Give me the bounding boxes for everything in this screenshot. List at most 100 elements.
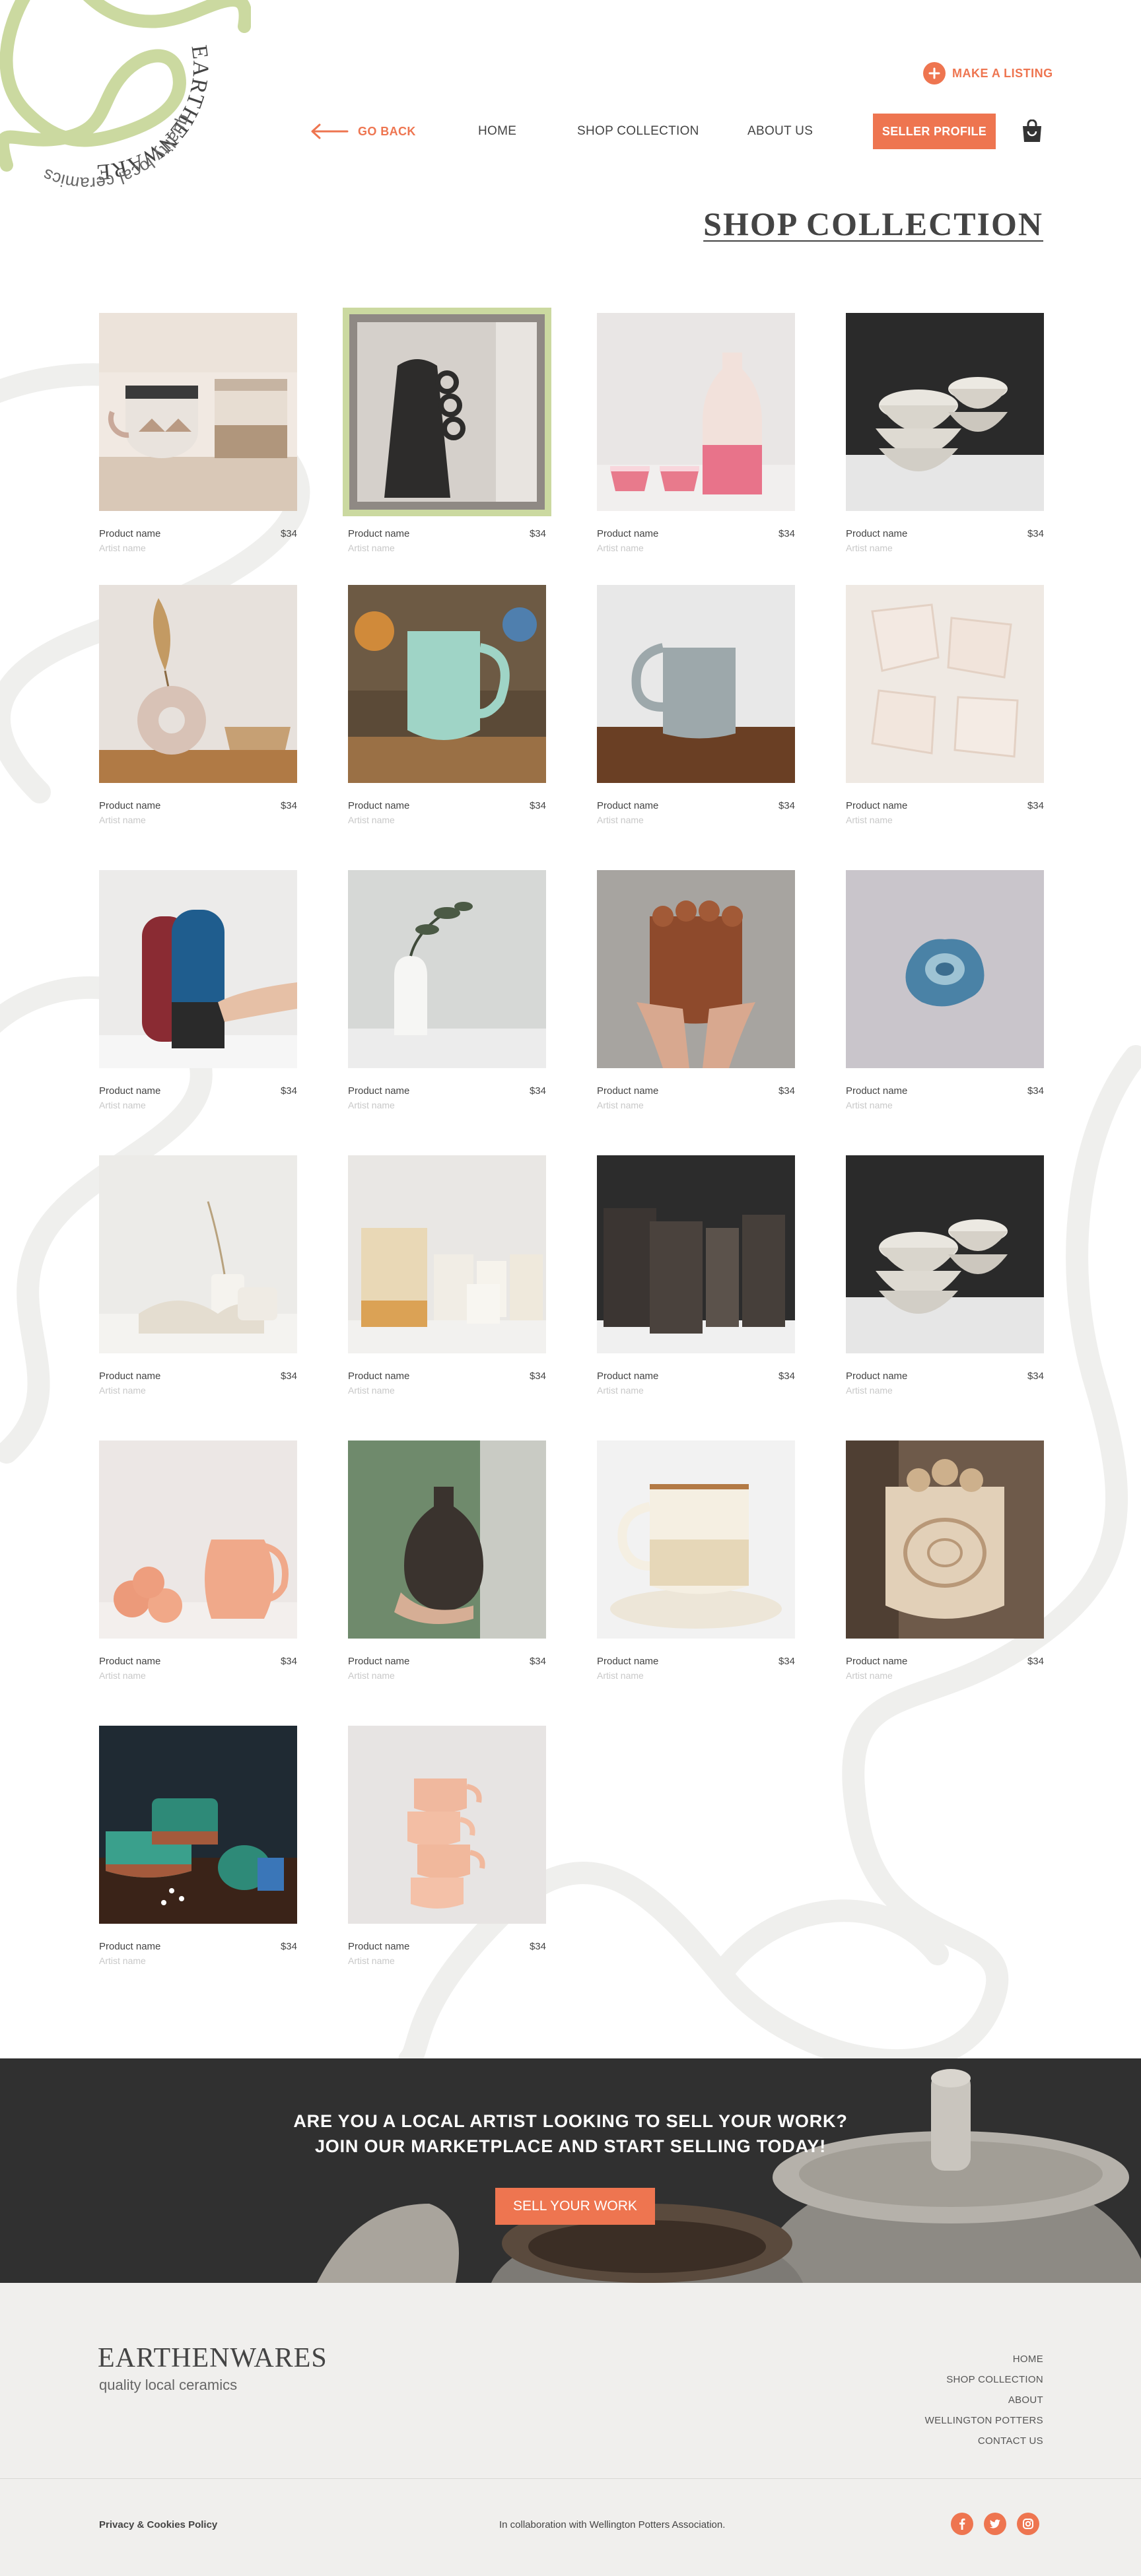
product-card[interactable]: Product name $34 Artist name	[348, 585, 546, 825]
footer-link-home[interactable]: HOME	[925, 2349, 1043, 2369]
go-back-link[interactable]: GO BACK	[310, 123, 416, 140]
product-card[interactable]: Product name $34 Artist name	[99, 585, 297, 825]
footer-link-about[interactable]: ABOUT	[925, 2390, 1043, 2410]
footer-link-shop-collection[interactable]: SHOP COLLECTION	[925, 2369, 1043, 2390]
product-price: $34	[529, 1656, 546, 1667]
footer: EARTHENWARES quality local ceramics HOME…	[0, 2283, 1141, 2576]
artist-name: Artist name	[846, 1100, 893, 1110]
shopping-bag-icon[interactable]	[1021, 119, 1043, 143]
product-image	[597, 1155, 795, 1353]
product-name: Product name	[99, 1085, 161, 1097]
footer-link-wellington-potters[interactable]: WELLINGTON POTTERS	[925, 2410, 1043, 2431]
product-card[interactable]: Product name $34 Artist name	[597, 313, 795, 553]
footer-tagline: quality local ceramics	[99, 2377, 238, 2393]
product-name: Product name	[597, 528, 659, 539]
artist-name: Artist name	[597, 543, 644, 553]
artist-name: Artist name	[348, 1100, 395, 1110]
nav-about-us[interactable]: ABOUT US	[747, 124, 813, 139]
artist-name: Artist name	[99, 1955, 146, 1966]
banner-pottery-image	[0, 2058, 1141, 2283]
product-card[interactable]: Product name $34 Artist name	[348, 870, 546, 1110]
product-image	[348, 1726, 546, 1924]
product-image	[348, 1441, 546, 1639]
footer-brand[interactable]: EARTHENWARES	[98, 2342, 328, 2374]
product-image	[348, 1155, 546, 1353]
product-card[interactable]: Product name $34 Artist name	[348, 1726, 546, 1966]
product-card[interactable]: Product name $34 Artist name	[846, 1155, 1044, 1396]
product-price: $34	[529, 800, 546, 811]
product-name: Product name	[99, 800, 161, 811]
product-card[interactable]: Product name $34 Artist name	[846, 313, 1044, 553]
product-card[interactable]: Product name $34 Artist name	[99, 1726, 297, 1966]
product-price: $34	[778, 1085, 795, 1097]
footer-link-contact-us[interactable]: CONTACT US	[925, 2431, 1043, 2451]
artist-name: Artist name	[597, 815, 644, 825]
product-price: $34	[280, 800, 297, 811]
seller-profile-button[interactable]: SELLER PROFILE	[873, 114, 996, 149]
product-card[interactable]: Product name $34 Artist name	[846, 1441, 1044, 1681]
cta-heading-line1: ARE YOU A LOCAL ARTIST LOOKING TO SELL Y…	[293, 2111, 848, 2131]
product-card[interactable]: Product name $34 Artist name	[846, 585, 1044, 825]
facebook-icon[interactable]	[951, 2513, 973, 2535]
artist-name: Artist name	[597, 1100, 644, 1110]
product-image	[846, 1441, 1044, 1639]
product-price: $34	[529, 1371, 546, 1382]
logo[interactable]: EARTHENWARES quality local ceramics	[0, 0, 251, 218]
product-price: $34	[1027, 1371, 1044, 1382]
product-name: Product name	[846, 800, 908, 811]
product-price: $34	[280, 1085, 297, 1097]
cta-heading-line2: JOIN OUR MARKETPLACE AND START SELLING T…	[314, 2136, 827, 2156]
make-listing-label: MAKE A LISTING	[952, 66, 1053, 80]
artist-name: Artist name	[99, 1670, 146, 1681]
privacy-cookies-link[interactable]: Privacy & Cookies Policy	[99, 2519, 217, 2530]
nav-shop-collection[interactable]: SHOP COLLECTION	[577, 124, 699, 139]
product-card[interactable]: Product name $34 Artist name	[597, 585, 795, 825]
product-card[interactable]: Product name $34 Artist name	[99, 1155, 297, 1396]
artist-name: Artist name	[348, 1670, 395, 1681]
product-name: Product name	[846, 528, 908, 539]
artist-name: Artist name	[99, 543, 146, 553]
make-listing-button[interactable]: MAKE A LISTING	[923, 62, 1053, 85]
product-image	[348, 585, 546, 783]
product-price: $34	[1027, 800, 1044, 811]
product-card[interactable]: Product name $34 Artist name	[99, 313, 297, 553]
artist-name: Artist name	[348, 543, 395, 553]
footer-divider	[0, 2478, 1141, 2479]
product-card[interactable]: Product name $34 Artist name	[99, 1441, 297, 1681]
product-price: $34	[280, 528, 297, 539]
artist-name: Artist name	[597, 1385, 644, 1396]
artist-name: Artist name	[348, 1385, 395, 1396]
product-card[interactable]: Product name $34 Artist name	[597, 1441, 795, 1681]
instagram-icon[interactable]	[1017, 2513, 1039, 2535]
product-price: $34	[529, 1941, 546, 1952]
product-image	[846, 313, 1044, 511]
artist-name: Artist name	[846, 1385, 893, 1396]
product-image	[99, 313, 297, 511]
product-name: Product name	[348, 1941, 410, 1952]
product-card[interactable]: Product name $34 Artist name	[99, 870, 297, 1110]
product-price: $34	[280, 1941, 297, 1952]
artist-name: Artist name	[846, 815, 893, 825]
product-card[interactable]: Product name $34 Artist name	[597, 870, 795, 1110]
product-name: Product name	[99, 1656, 161, 1667]
product-image	[99, 1441, 297, 1639]
arrow-left-icon	[311, 123, 349, 139]
product-price: $34	[1027, 1656, 1044, 1667]
product-card[interactable]: Product name $34 Artist name	[348, 1155, 546, 1396]
product-name: Product name	[597, 800, 659, 811]
twitter-icon[interactable]	[984, 2513, 1006, 2535]
product-card[interactable]: Product name $34 Artist name	[846, 870, 1044, 1110]
sell-your-work-button[interactable]: SELL YOUR WORK	[495, 2188, 655, 2225]
product-name: Product name	[846, 1371, 908, 1382]
product-price: $34	[778, 1656, 795, 1667]
product-card[interactable]: Product name $34 Artist name	[597, 1155, 795, 1396]
nav-home[interactable]: HOME	[478, 124, 516, 139]
product-name: Product name	[597, 1371, 659, 1382]
product-card-selected[interactable]: Product name $34 Artist name	[343, 308, 551, 553]
product-price: $34	[1027, 1085, 1044, 1097]
product-card[interactable]: Product name $34 Artist name	[348, 1441, 546, 1681]
product-name: Product name	[846, 1085, 908, 1097]
product-image	[846, 870, 1044, 1068]
product-image	[99, 870, 297, 1068]
product-price: $34	[529, 528, 546, 539]
